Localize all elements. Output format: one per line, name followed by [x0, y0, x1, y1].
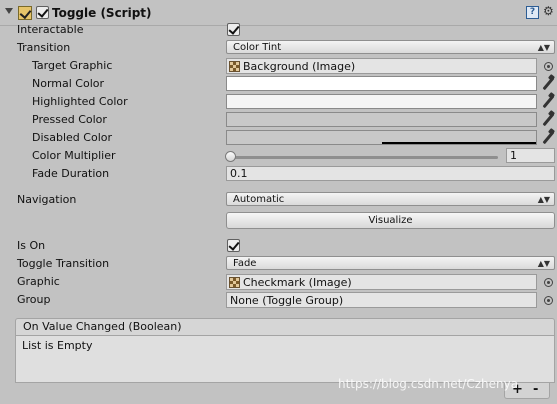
pressed-color-field[interactable] — [226, 112, 537, 127]
fade-duration-value: 0.1 — [230, 167, 248, 180]
remove-event-button[interactable]: - — [533, 383, 538, 397]
script-icon — [18, 6, 32, 20]
object-picker-icon[interactable] — [544, 296, 553, 305]
color-multiplier-value: 1 — [510, 149, 517, 162]
disabled-color-label: Disabled Color — [32, 131, 113, 144]
highlighted-color-field[interactable] — [226, 94, 537, 109]
disabled-color-field[interactable] — [226, 130, 537, 145]
navigation-dropdown[interactable]: Automatic ▲▼ — [226, 192, 555, 206]
object-picker-icon[interactable] — [544, 62, 553, 71]
navigation-value: Automatic — [233, 194, 285, 205]
group-value: None (Toggle Group) — [230, 294, 344, 307]
normal-color-label: Normal Color — [32, 77, 105, 90]
dropdown-arrows-icon: ▲▼ — [537, 259, 550, 268]
eyedropper-icon[interactable] — [541, 76, 555, 91]
gear-icon[interactable]: ⚙ — [543, 4, 554, 18]
watermark: https://blog.csdn.net/Czhenya — [338, 377, 519, 391]
toggle-transition-dropdown[interactable]: Fade ▲▼ — [226, 256, 555, 270]
fade-duration-input[interactable]: 0.1 — [226, 166, 555, 181]
toggle-transition-value: Fade — [233, 258, 257, 269]
component-header: Toggle (Script) ? ⚙ — [0, 0, 557, 26]
normal-color-field[interactable] — [226, 76, 537, 91]
pressed-color-label: Pressed Color — [32, 113, 107, 126]
graphic-field[interactable]: Checkmark (Image) — [226, 274, 537, 290]
component-title: Toggle (Script) — [52, 6, 152, 20]
transition-label: Transition — [17, 41, 71, 54]
target-graphic-field[interactable]: Background (Image) — [226, 58, 537, 74]
eyedropper-icon[interactable] — [541, 112, 555, 127]
is-on-label: Is On — [17, 239, 46, 252]
component-enabled-checkbox[interactable] — [36, 6, 49, 19]
graphic-value: Checkmark (Image) — [243, 276, 352, 289]
color-multiplier-slider-track[interactable] — [230, 156, 498, 159]
object-picker-icon[interactable] — [544, 278, 553, 287]
target-graphic-value: Background (Image) — [243, 60, 356, 73]
eyedropper-icon[interactable] — [541, 130, 555, 145]
help-icon[interactable]: ? — [526, 6, 539, 19]
image-icon — [229, 277, 240, 288]
fade-duration-label: Fade Duration — [32, 167, 110, 180]
is-on-checkbox[interactable] — [227, 239, 240, 252]
foldout-arrow-icon[interactable] — [5, 8, 13, 14]
visualize-button[interactable]: Visualize — [226, 212, 555, 229]
event-header: On Value Changed (Boolean) — [15, 318, 555, 336]
highlighted-color-label: Highlighted Color — [32, 95, 128, 108]
dropdown-arrows-icon: ▲▼ — [537, 195, 550, 204]
color-multiplier-slider-thumb[interactable] — [225, 151, 236, 162]
alpha-bar — [381, 142, 536, 144]
interactable-label: Interactable — [17, 23, 84, 36]
transition-dropdown[interactable]: Color Tint ▲▼ — [226, 40, 555, 54]
navigation-label: Navigation — [17, 193, 77, 206]
target-graphic-label: Target Graphic — [32, 59, 113, 72]
image-icon — [229, 61, 240, 72]
transition-value: Color Tint — [233, 42, 282, 53]
event-title: On Value Changed (Boolean) — [23, 320, 182, 333]
eyedropper-icon[interactable] — [541, 94, 555, 109]
event-list: List is Empty — [15, 336, 555, 383]
interactable-checkbox[interactable] — [227, 23, 240, 36]
toggle-transition-label: Toggle Transition — [17, 257, 110, 270]
graphic-label: Graphic — [17, 275, 60, 288]
color-multiplier-input[interactable]: 1 — [506, 148, 555, 163]
group-field[interactable]: None (Toggle Group) — [226, 292, 537, 308]
event-list-empty: List is Empty — [22, 339, 93, 352]
dropdown-arrows-icon: ▲▼ — [537, 43, 550, 52]
color-multiplier-label: Color Multiplier — [32, 149, 116, 162]
group-label: Group — [17, 293, 51, 306]
